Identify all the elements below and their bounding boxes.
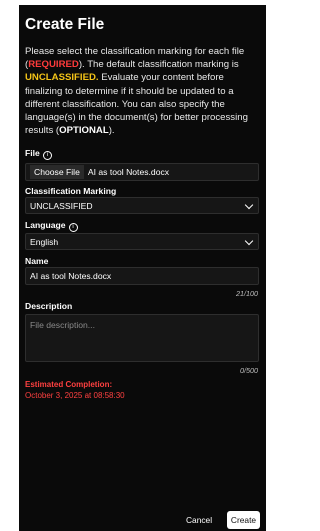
description-textarea[interactable]: File description... [25,314,259,362]
chevron-down-icon [244,200,254,210]
file-label: File i [25,148,52,160]
chevron-down-icon [244,236,254,246]
selected-file-name: AI as tool Notes.docx [87,167,170,177]
estimated-completion-value: October 3, 2025 at 08:58:30 [25,391,125,400]
name-char-counter: 21/100 [236,289,258,298]
language-value: English [30,236,59,247]
name-input[interactable]: AI as tool Notes.docx [25,267,259,285]
unclassified-tag: UNCLASSIFIED. [25,72,99,84]
choose-file-button[interactable]: Choose File [30,165,84,179]
classification-select[interactable]: UNCLASSIFIED [25,197,259,214]
dialog-instructions: Please select the classification marking… [25,46,248,137]
create-button[interactable]: Create [227,511,260,529]
classification-label: Classification Marking [25,186,117,196]
cancel-button[interactable]: Cancel [186,515,212,525]
required-tag: REQUIRED [28,59,79,71]
optional-tag: OPTIONAL [59,125,109,137]
classification-value: UNCLASSIFIED [30,200,93,211]
description-label: Description [25,301,73,311]
create-file-dialog: Create File Please select the classifica… [19,5,266,531]
language-label: Language i [25,220,78,232]
info-icon[interactable]: i [42,151,52,160]
dialog-title: Create File [25,16,105,33]
estimated-completion-label: Estimated Completion: [25,380,113,389]
language-select[interactable]: English [25,233,259,250]
description-char-counter: 0/500 [240,366,258,375]
info-icon[interactable]: i [68,223,78,232]
file-picker: Choose File AI as tool Notes.docx [25,163,259,181]
name-value: AI as tool Notes.docx [30,271,112,281]
description-placeholder: File description... [30,320,95,330]
name-label: Name [25,256,49,266]
